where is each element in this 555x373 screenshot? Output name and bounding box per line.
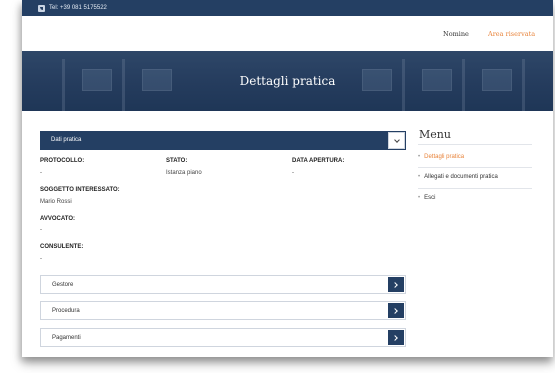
sidebar-item-label: Dettagli pratica <box>424 154 465 160</box>
sidebar-item-label: Allegati e documenti pratica <box>424 174 498 180</box>
protocollo-value: - <box>40 170 42 176</box>
expand-button[interactable] <box>388 303 404 318</box>
menu-divider <box>418 167 532 168</box>
stato-label: STATO: <box>166 158 188 164</box>
page-frame: Tel: +39 081 5175522 Nomine Area riserva… <box>22 0 553 357</box>
expand-button[interactable] <box>388 330 404 345</box>
accordion-label: Gestore <box>52 282 74 288</box>
sidebar-item-allegati[interactable]: • Allegati e documenti pratica <box>418 174 498 180</box>
accordion-procedura[interactable]: Procedura <box>40 301 406 320</box>
bullet-icon: • <box>418 174 421 180</box>
top-bar: Tel: +39 081 5175522 <box>22 0 553 16</box>
collapse-toggle-button[interactable] <box>388 132 405 149</box>
data-apertura-value: - <box>292 170 294 176</box>
accordion-label: Pagamenti <box>52 335 81 341</box>
sidebar-menu-title: Menu <box>419 128 451 141</box>
soggetto-interessato-value: Mario Rossi <box>40 199 72 205</box>
sidebar-item-dettagli-pratica[interactable]: • Dettagli pratica <box>418 154 464 160</box>
main-navigation: Nomine Area riservata <box>22 16 553 51</box>
menu-divider <box>418 144 532 145</box>
nav-link-area-riservata[interactable]: Area riservata <box>488 30 535 38</box>
chevron-right-icon <box>392 307 398 314</box>
avvocato-value: - <box>40 227 42 233</box>
soggetto-interessato-label: SOGGETTO INTERESSATO: <box>40 187 120 193</box>
data-apertura-label: DATA APERTURA: <box>292 158 345 164</box>
consulente-value: - <box>40 256 42 262</box>
page-hero-banner: Dettagli pratica <box>22 51 553 111</box>
bullet-icon: • <box>418 195 421 201</box>
sidebar-item-esci[interactable]: • Esci <box>418 195 435 201</box>
protocollo-label: PROTOCOLLO: <box>40 158 85 164</box>
chevron-right-icon <box>392 281 398 288</box>
accordion-pagamenti[interactable]: Pagamenti <box>40 328 406 347</box>
chevron-right-icon <box>392 334 398 341</box>
consulente-label: CONSULENTE: <box>40 244 84 250</box>
accordion-gestore[interactable]: Gestore <box>40 275 406 294</box>
nav-link-nomine[interactable]: Nomine <box>443 30 469 38</box>
phone-icon <box>38 4 45 12</box>
avvocato-label: AVVOCATO: <box>40 216 76 222</box>
accordion-label: Procedura <box>52 308 80 314</box>
stato-value: Istanza piano <box>166 170 202 176</box>
menu-divider <box>418 188 532 189</box>
dati-pratica-panel-header[interactable]: Dati pratica <box>40 131 406 150</box>
chevron-down-icon <box>393 136 400 143</box>
page-title: Dettagli pratica <box>239 74 336 88</box>
bullet-icon: • <box>418 154 421 160</box>
sidebar-item-label: Esci <box>424 195 436 201</box>
expand-button[interactable] <box>388 277 404 292</box>
phone-number[interactable]: Tel: +39 081 5175522 <box>49 5 107 11</box>
panel-title: Dati pratica <box>51 137 82 143</box>
